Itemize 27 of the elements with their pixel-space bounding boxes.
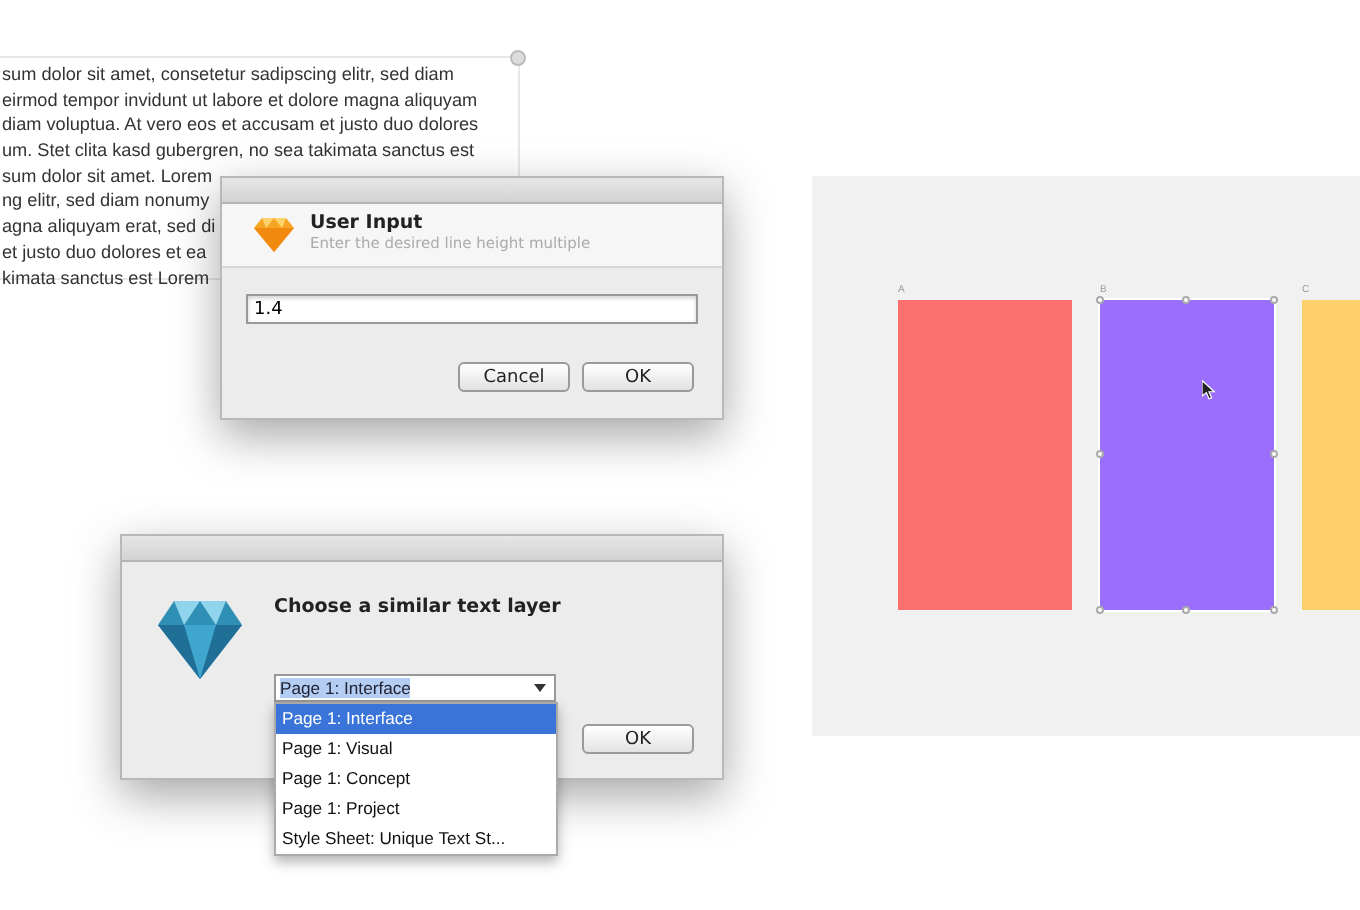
dialog-heading: Choose a similar text layer (274, 596, 561, 620)
ok-button[interactable]: OK (582, 724, 694, 754)
dropdown-option[interactable]: Page 1: Visual (276, 734, 556, 764)
dialog-button[interactable]: Cancel (458, 362, 570, 392)
cursor-icon (1202, 380, 1216, 400)
text-line: ng elitr, sed diam nonumy (2, 188, 210, 215)
artboard[interactable] (898, 300, 1072, 610)
dialog-button[interactable]: OK (582, 362, 694, 392)
dropdown-arrow-icon (534, 684, 546, 692)
artboard[interactable] (1100, 300, 1274, 610)
text-line: sum dolor sit amet. Lorem (2, 163, 213, 189)
dropdown-option[interactable]: Page 1: Interface (276, 704, 556, 734)
line-height-input[interactable]: 1.4 (246, 294, 698, 324)
text-line: um. Stet clita kasd gubergren, no sea takimata sanctus est (2, 138, 475, 164)
text-line: eirmod tempor invidunt ut labore et dolore magna aliquyam (2, 87, 478, 113)
resize-handle[interactable] (510, 50, 526, 66)
dialog-title: User Input (310, 212, 425, 234)
text-line: sum dolor sit amet, consetetur sadipscing elitr, sed diam (2, 62, 454, 88)
dropdown-option[interactable]: Page 1: Project (276, 794, 556, 824)
layer-dropdown[interactable]: Page 1: Interface (274, 674, 556, 702)
text-line: diam voluptua. At vero eos et accusam et justo duo dolores (2, 112, 479, 139)
text-line: agna aliquyam erat, sed di (2, 214, 216, 240)
dropdown-option[interactable]: Page 1: Concept (276, 764, 556, 794)
diamond-icon (254, 215, 294, 251)
text-line: et justo duo dolores et ea (2, 239, 207, 265)
text-line: kimata sanctus est Lorem (2, 265, 210, 291)
dropdown-option[interactable]: Style Sheet: Unique Text St... (276, 824, 556, 854)
